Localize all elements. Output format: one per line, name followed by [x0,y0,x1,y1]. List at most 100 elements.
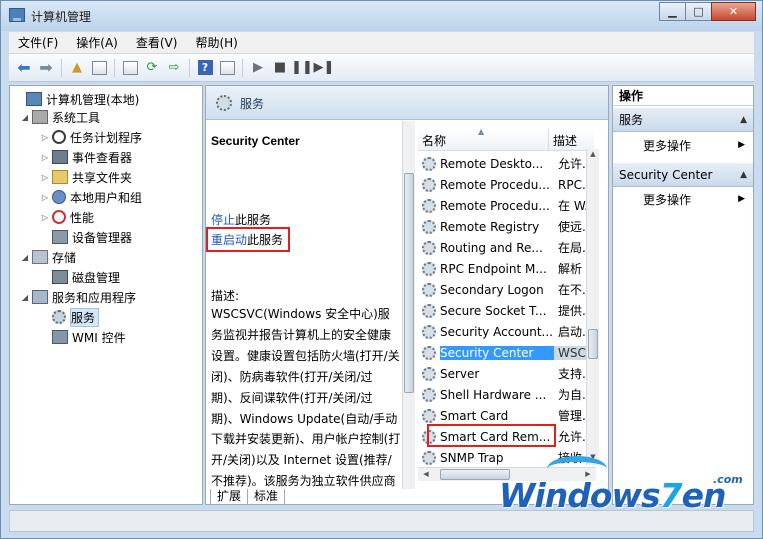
computer-icon [26,92,42,106]
tree-item-event-viewer[interactable]: ▷ 事件查看器 [40,147,132,167]
restart-highlight-box [206,227,290,252]
table-row[interactable]: Remote Deskto... 允许... [418,153,594,174]
watermark-text: Windows7en [499,476,726,515]
minimize-button[interactable]: ▁ [659,2,686,21]
tree-item-system-tools[interactable]: ◢ 系统工具 [20,107,100,127]
show-hide-tree-button[interactable] [88,57,110,79]
storage-icon [32,250,48,264]
collapse-arrow-icon: ◢ [21,112,29,122]
service-name: Secure Socket T... [440,303,547,318]
tab-standard[interactable]: 标准 [247,489,286,505]
table-row[interactable]: Secure Socket T... 提供... [418,300,594,321]
forward-button[interactable]: ➡ [35,57,57,79]
toolbar-separator [61,58,62,77]
scrollbar-thumb[interactable] [404,173,414,393]
service-name: Remote Registry [440,219,540,234]
table-row[interactable]: Server 支持... [418,363,594,384]
close-button[interactable]: ✕ [711,2,756,21]
service-name: Security Center [440,345,554,360]
tab-extended[interactable]: 扩展 [210,489,249,505]
users-icon [52,190,66,204]
table-row[interactable]: Remote Registry 使远... [418,216,594,237]
back-button[interactable]: ⬅ [13,57,35,79]
collapse-up-icon[interactable]: ▲ [740,170,747,180]
collapse-up-icon[interactable]: ▲ [740,115,747,125]
tree-item-label: 系统工具 [52,110,101,125]
table-row[interactable]: Security Center WSC... [418,342,594,363]
column-name[interactable]: ▲ 名称 [418,127,548,151]
export-list-button[interactable]: ⇨ [163,57,185,79]
tree-item-wmi-control[interactable]: WMI 控件 [40,327,126,347]
properties-button[interactable] [119,57,141,79]
tree-item-performance[interactable]: ▷ 性能 [40,207,94,227]
tree-item-services[interactable]: 服务 [40,307,100,327]
table-row[interactable]: Remote Procedu... 在 W... [418,195,594,216]
stop-service-link[interactable]: 停止 [211,213,235,227]
disk-icon [52,270,68,284]
tools-icon [32,110,48,124]
restart-icon: ▶❚ [313,60,335,75]
maximize-icon: □ [693,5,704,18]
stop-service-suffix: 此服务 [235,213,272,227]
submenu-arrow-icon: ▶ [738,194,745,204]
tree-item-computer-management[interactable]: 计算机管理(本地) [14,89,139,109]
pause-service-button[interactable]: ❚❚ [291,57,313,79]
gear-icon [422,387,436,402]
action-label: 更多操作 [643,138,692,153]
tree-item-services-and-applications[interactable]: ◢ 服务和应用程序 [20,287,136,307]
tree-item-task-scheduler[interactable]: ▷ 任务计划程序 [40,127,142,147]
menu-help[interactable]: 帮助(H) [186,34,246,51]
table-row[interactable]: Security Account... 启动... [418,321,594,342]
tree-item-local-users-groups[interactable]: ▷ 本地用户和组 [40,187,142,207]
collapse-arrow-icon: ◢ [21,252,29,262]
menu-file[interactable]: 文件(F) [9,34,67,51]
table-row[interactable]: Secondary Logon 在不... [418,279,594,300]
table-row[interactable]: Remote Procedu... RPC... [418,174,594,195]
show-hide-action-pane-button[interactable] [216,57,238,79]
service-name: Server [440,366,480,381]
more-actions-services[interactable]: 更多操作 ▶ [613,134,753,156]
start-service-button[interactable]: ▶ [247,57,269,79]
expand-arrow-icon: ▷ [41,212,49,222]
tree-item-label: 计算机管理(本地) [46,92,140,107]
gear-icon [216,95,232,111]
list-vertical-scrollbar[interactable]: ▲ ▼ [586,149,599,465]
help-icon: ? [197,60,213,75]
up-level-button[interactable]: ▲ [66,57,88,79]
tree-item-storage[interactable]: ◢ 存储 [20,247,76,267]
expand-arrow-icon: ▷ [41,172,49,182]
tree-item-disk-management[interactable]: 磁盘管理 [40,267,120,287]
actions-section-services[interactable]: 服务 ▲ [613,108,753,132]
expand-arrow-icon: ▷ [41,152,49,162]
table-row[interactable]: Shell Hardware ... 为自... [418,384,594,405]
detail-scrollbar[interactable] [402,121,415,489]
window-controls: ▁ □ ✕ [659,2,756,21]
table-row[interactable]: Smart Card 管理... [418,405,594,426]
scroll-up-icon[interactable]: ▲ [587,150,599,158]
maximize-button[interactable]: □ [685,2,712,21]
restart-service-button[interactable]: ▶❚ [313,57,335,79]
gear-icon [422,345,436,360]
table-row[interactable]: Routing and Re... 在局... [418,237,594,258]
scrollbar-thumb[interactable] [588,329,598,359]
tree-item-device-manager[interactable]: 设备管理器 [40,227,132,247]
menu-action[interactable]: 操作(A) [67,34,127,51]
column-description[interactable]: 描述 [548,129,594,151]
watermark-suffix: .com [713,473,743,486]
scroll-left-icon[interactable]: ◀ [420,470,432,478]
service-name: Routing and Re... [440,240,543,255]
service-name: RPC Endpoint M... [440,261,547,276]
tree-item-label: WMI 控件 [72,330,126,345]
title-bar[interactable]: 计算机管理 ▁ □ ✕ [1,1,762,31]
pause-icon: ❚❚ [291,60,313,75]
more-actions-security-center[interactable]: 更多操作 ▶ [613,188,753,210]
table-row[interactable]: RPC Endpoint M... 解析 ... [418,258,594,279]
tree-item-shared-folders[interactable]: ▷ 共享文件夹 [40,167,132,187]
menu-view[interactable]: 查看(V) [127,34,187,51]
actions-section-security-center[interactable]: Security Center ▲ [613,163,753,187]
help-button[interactable]: ? [194,57,216,79]
stop-service-button[interactable]: ■ [269,57,291,79]
gear-icon [422,366,436,381]
refresh-button[interactable]: ⟳ [141,57,163,79]
watermark-text-b: 7 [659,476,683,515]
